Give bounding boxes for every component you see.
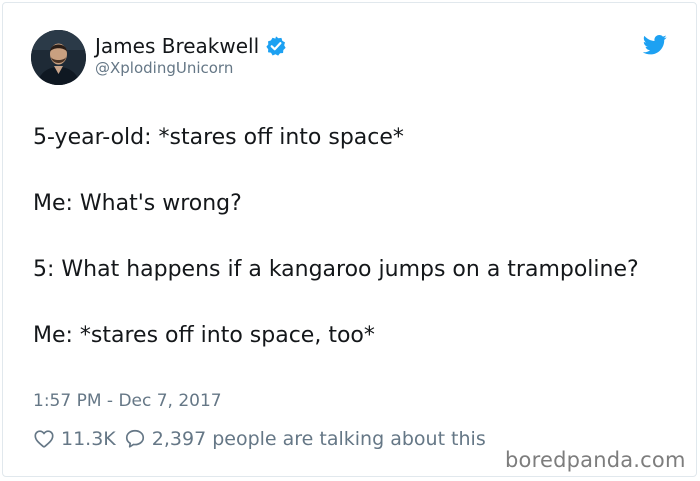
boredpanda-watermark: boredpanda.com <box>505 448 686 472</box>
heart-outline-icon[interactable] <box>33 428 55 450</box>
author-name[interactable]: James Breakwell <box>95 33 259 59</box>
speech-bubble-icon[interactable] <box>124 428 146 450</box>
tweet-timestamp[interactable]: 1:57 PM - Dec 7, 2017 <box>33 390 222 412</box>
tweet-text: 5-year-old: *stares off into space* Me: … <box>33 122 653 352</box>
tweet-paragraph: Me: What's wrong? <box>33 191 242 216</box>
tweet-paragraph: 5-year-old: *stares off into space* <box>33 125 404 150</box>
author-name-row: James Breakwell <box>95 33 287 59</box>
tweet-actions: 11.3K 2,397 people are talking about thi… <box>33 426 486 452</box>
verified-badge-icon <box>265 35 287 57</box>
avatar-photo <box>31 30 86 85</box>
author-handle[interactable]: @XplodingUnicorn <box>95 58 233 78</box>
talking-about-link[interactable]: 2,397 people are talking about this <box>152 428 486 450</box>
tweet-paragraph: 5: What happens if a kangaroo jumps on a… <box>33 257 639 282</box>
like-count[interactable]: 11.3K <box>61 428 116 450</box>
tweet-paragraph: Me: *stares off into space, too* <box>33 323 375 348</box>
author-avatar[interactable] <box>31 30 86 85</box>
twitter-bird-icon[interactable] <box>642 34 667 56</box>
